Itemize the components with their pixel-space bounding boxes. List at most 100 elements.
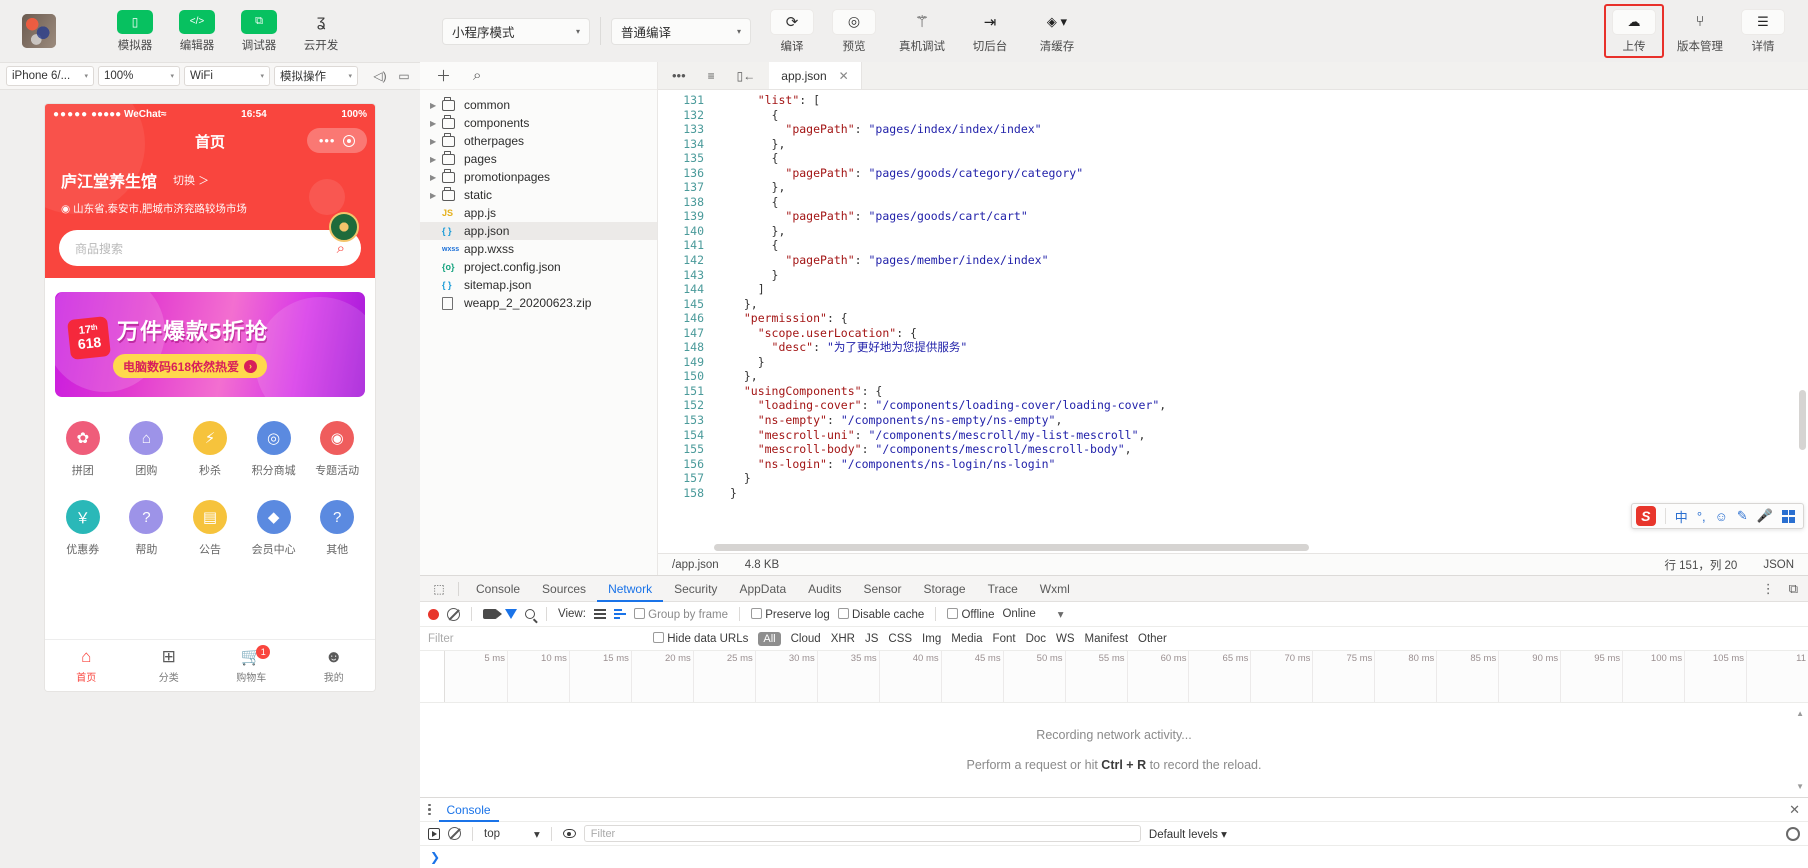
- network-timeline[interactable]: 5 ms 10 ms 15 ms 20 ms 25 ms 30 ms 35 ms 40 ms 4…: [420, 651, 1808, 703]
- list-view-icon[interactable]: [593, 609, 606, 619]
- language-mode[interactable]: JSON: [1763, 559, 1794, 571]
- tree-view-icon[interactable]: [613, 609, 626, 619]
- mode-select[interactable]: 小程序模式 ▾: [442, 17, 590, 45]
- network-select[interactable]: WiFi ▾: [184, 66, 270, 86]
- tool-simulator[interactable]: ▯ 模拟器: [113, 9, 157, 53]
- code-content[interactable]: "list": [ { "pagePath": "pages/index/ind…: [724, 90, 1808, 553]
- hide-data-urls-checkbox[interactable]: Hide data URLs: [653, 632, 748, 645]
- editor-tab-app-json[interactable]: app.json ✕: [769, 62, 862, 89]
- scroll-up-icon[interactable]: ▲: [1796, 709, 1804, 718]
- grid-item[interactable]: ⚡ 秒杀: [178, 421, 242, 478]
- filter-type-ws[interactable]: WS: [1056, 633, 1075, 645]
- network-filter-input[interactable]: Filter: [428, 633, 643, 645]
- dock-icon[interactable]: ⧉: [1789, 581, 1798, 597]
- grid-item[interactable]: ? 其他: [305, 500, 369, 557]
- record-button[interactable]: [428, 608, 439, 620]
- throttling-select[interactable]: Online: [1002, 608, 1035, 620]
- outline-icon[interactable]: ≡: [708, 69, 715, 83]
- ime-emoji-icon[interactable]: ☺: [1715, 509, 1728, 524]
- simulate-action-select[interactable]: 模拟操作 ▾: [274, 66, 358, 86]
- screen-icon[interactable]: ▭: [394, 66, 414, 86]
- tool-details[interactable]: ☰ 详情: [1741, 8, 1785, 54]
- filter-type-css[interactable]: CSS: [888, 633, 912, 645]
- grid-item[interactable]: ▤ 公告: [178, 500, 242, 557]
- capture-screenshots-icon[interactable]: [483, 609, 502, 619]
- tabbar-item-mine[interactable]: ☻ 我的: [293, 640, 376, 691]
- grid-item[interactable]: ? 帮助: [115, 500, 179, 557]
- tree-file-project-config[interactable]: {o} project.config.json: [420, 258, 657, 276]
- tree-file-app-js[interactable]: JS app.js: [420, 204, 657, 222]
- tab-appdata[interactable]: AppData: [728, 576, 797, 602]
- ime-handwriting-icon[interactable]: ✎: [1737, 508, 1748, 524]
- disable-cache-checkbox[interactable]: Disable cache: [837, 607, 924, 621]
- ime-toolbar[interactable]: S 中 °, ☺ ✎ 🎤: [1630, 503, 1804, 529]
- tab-trace[interactable]: Trace: [977, 576, 1029, 602]
- sidebar-toggle-icon[interactable]: ▯←: [737, 69, 756, 83]
- tab-storage[interactable]: Storage: [913, 576, 977, 602]
- inspect-element-icon[interactable]: ⬚: [426, 582, 452, 596]
- tabbar-item-home[interactable]: ⌂ 首页: [45, 640, 128, 691]
- tree-file-zip[interactable]: weapp_2_20200623.zip: [420, 294, 657, 312]
- tree-file-app-wxss[interactable]: wxss app.wxss: [420, 240, 657, 258]
- grid-item[interactable]: ￥ 优惠券: [51, 500, 115, 557]
- volume-icon[interactable]: ◁): [370, 66, 390, 86]
- tree-folder-promotionpages[interactable]: ▶ promotionpages: [420, 168, 657, 186]
- tool-upload[interactable]: ☁ 上传: [1612, 9, 1656, 54]
- clear-console-icon[interactable]: [448, 827, 461, 840]
- console-filter-input[interactable]: Filter: [583, 825, 1141, 842]
- tool-clear-cache[interactable]: ◈ ▾ 清缓存: [1035, 9, 1079, 54]
- filter-type-img[interactable]: Img: [922, 633, 941, 645]
- drawer-tab-console[interactable]: Console: [439, 798, 499, 822]
- tab-network[interactable]: Network: [597, 576, 663, 602]
- tool-background[interactable]: ⇥ 切后台: [968, 9, 1012, 54]
- scroll-down-icon[interactable]: ▼: [1796, 782, 1804, 791]
- filter-icon[interactable]: [505, 609, 517, 619]
- search-icon[interactable]: ⌕: [473, 67, 481, 84]
- tree-folder-otherpages[interactable]: ▶ otherpages: [420, 132, 657, 150]
- grid-item[interactable]: ⌂ 团购: [115, 421, 179, 478]
- tabbar-item-cart[interactable]: 🛒 1 购物车: [210, 640, 293, 691]
- gear-icon[interactable]: [1786, 826, 1801, 841]
- tool-version-manage[interactable]: ⑂ 版本管理: [1677, 9, 1723, 54]
- drawer-menu-icon[interactable]: [428, 803, 431, 816]
- tree-folder-common[interactable]: ▶ common: [420, 96, 657, 114]
- filter-type-doc[interactable]: Doc: [1026, 633, 1046, 645]
- tree-file-app-json[interactable]: { } app.json: [420, 222, 657, 240]
- ime-language-icon[interactable]: 中: [1675, 507, 1688, 526]
- promo-banner[interactable]: 17ᵗʰ 618 万件爆款5折抢 电脑数码618依然热爱 ›: [55, 292, 365, 397]
- tab-sources[interactable]: Sources: [531, 576, 597, 602]
- offline-checkbox[interactable]: Offline: [947, 607, 994, 621]
- grid-item[interactable]: ◎ 积分商城: [242, 421, 306, 478]
- tree-file-sitemap-json[interactable]: { } sitemap.json: [420, 276, 657, 294]
- clear-icon[interactable]: [447, 607, 460, 621]
- code-vertical-scrollbar[interactable]: [1796, 90, 1808, 553]
- filter-type-all[interactable]: All: [758, 631, 781, 646]
- ime-punctuation-icon[interactable]: °,: [1697, 509, 1706, 524]
- compile-mode-select[interactable]: 普通编译 ▾: [611, 17, 751, 45]
- preserve-log-checkbox[interactable]: Preserve log: [751, 607, 830, 621]
- tool-real-device-debug[interactable]: ⚚ 真机调试: [899, 9, 945, 54]
- device-select[interactable]: iPhone 6/... ▾: [6, 66, 94, 86]
- grid-item[interactable]: ◆ 会员中心: [242, 500, 306, 557]
- tab-console[interactable]: Console: [465, 576, 531, 602]
- filter-type-manifest[interactable]: Manifest: [1085, 633, 1128, 645]
- grid-item[interactable]: ✿ 拼团: [51, 421, 115, 478]
- tab-security[interactable]: Security: [663, 576, 728, 602]
- console-prompt[interactable]: ❯: [420, 846, 1808, 868]
- tree-folder-static[interactable]: ▶ static: [420, 186, 657, 204]
- tool-cloud-dev[interactable]: ʓ 云开发: [299, 10, 343, 53]
- filter-type-other[interactable]: Other: [1138, 633, 1167, 645]
- close-icon[interactable]: ✕: [1789, 802, 1800, 818]
- more-vertical-icon[interactable]: ⋮: [1762, 581, 1775, 597]
- chevron-down-icon[interactable]: ▾: [1058, 607, 1064, 621]
- filter-type-js[interactable]: JS: [865, 633, 878, 645]
- tabbar-item-category[interactable]: ⊞ 分类: [128, 640, 211, 691]
- live-expression-icon[interactable]: [562, 829, 576, 838]
- tree-folder-pages[interactable]: ▶ pages: [420, 150, 657, 168]
- tool-debugger[interactable]: ⧉ 调试器: [237, 9, 281, 53]
- tree-folder-components[interactable]: ▶ components: [420, 114, 657, 132]
- tool-compile[interactable]: ⟳ 编译: [770, 8, 814, 54]
- zoom-select[interactable]: 100% ▾: [98, 66, 180, 86]
- ime-voice-icon[interactable]: 🎤: [1757, 508, 1773, 524]
- add-icon[interactable]: ＋: [436, 65, 451, 86]
